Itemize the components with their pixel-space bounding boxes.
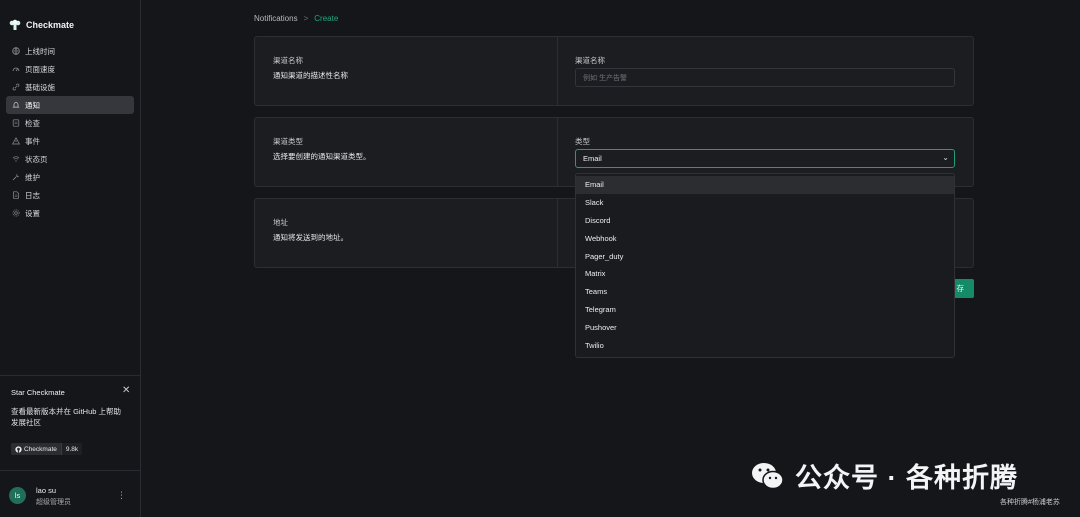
sidebar-item-infrastructure[interactable]: 基础设施 xyxy=(6,78,134,96)
chevron-down-icon: ⌄ xyxy=(942,153,949,162)
channel-name-card: 渠道名称 通知渠道的描述性名称 渠道名称 例如 生产告警 xyxy=(254,36,974,106)
channel-name-input[interactable]: 例如 生产告警 xyxy=(575,68,955,87)
dropdown-option[interactable]: Pager_duty xyxy=(576,247,954,265)
user-name: lao su xyxy=(36,486,57,495)
sidebar-item-checks[interactable]: 检查 xyxy=(6,114,134,132)
sidebar-item-label: 状态页 xyxy=(25,154,48,164)
card-label: 渠道名称 xyxy=(273,56,303,65)
sidebar-item-settings[interactable]: 设置 xyxy=(6,204,134,222)
brand[interactable]: Checkmate xyxy=(9,19,74,31)
github-badge[interactable]: Checkmate 9.8k xyxy=(11,443,83,455)
bell-icon xyxy=(12,101,20,109)
chevron-right-icon: > xyxy=(303,14,309,23)
card-label: 地址 xyxy=(273,218,288,227)
card-divider xyxy=(557,37,558,105)
sidebar-item-label: 设置 xyxy=(25,208,40,218)
check-icon xyxy=(12,119,20,127)
log-icon xyxy=(12,191,20,199)
sidebar-item-maintenance[interactable]: 维护 xyxy=(6,168,134,186)
sidebar-nav: 上线时间 页面速度 基础设施 通知 检查 事件 状态页 维护 日志 设置 xyxy=(6,42,134,222)
more-vertical-icon[interactable]: ⋮ xyxy=(117,490,126,501)
star-promo: Star Checkmate ✕ 查看最新版本并在 GitHub 上帮助发展社区… xyxy=(0,375,141,470)
sidebar-item-label: 事件 xyxy=(25,136,40,146)
globe-icon xyxy=(12,47,20,55)
avatar[interactable]: ls xyxy=(9,487,26,504)
breadcrumb-create: Create xyxy=(314,14,339,23)
star-description: 查看最新版本并在 GitHub 上帮助发展社区 xyxy=(11,407,122,427)
sidebar-item-uptime[interactable]: 上线时间 xyxy=(6,42,134,60)
watermark-small: 各种折腾#杨浦老苏 xyxy=(1000,499,1060,506)
dropdown-option[interactable]: Matrix xyxy=(576,265,954,283)
user-role: 超级管理员 xyxy=(36,499,71,506)
select-value: Email xyxy=(583,154,602,163)
sidebar-item-pagespeed[interactable]: 页面速度 xyxy=(6,60,134,78)
link-icon xyxy=(12,83,20,91)
close-icon[interactable]: ✕ xyxy=(122,385,130,396)
card-description: 通知渠道的描述性名称 xyxy=(273,71,348,80)
breadcrumb-notifications[interactable]: Notifications xyxy=(254,14,298,23)
sidebar-item-label: 日志 xyxy=(25,190,40,200)
sidebar: Checkmate 上线时间 页面速度 基础设施 通知 检查 事件 状态页 维护… xyxy=(0,0,141,517)
breadcrumb: Notifications > Create xyxy=(254,14,338,23)
settings-icon xyxy=(12,209,20,217)
github-badge-label: Checkmate xyxy=(24,445,57,453)
warning-icon xyxy=(12,137,20,145)
sidebar-item-logs[interactable]: 日志 xyxy=(6,186,134,204)
dropdown-option[interactable]: Teams xyxy=(576,283,954,301)
channel-type-select[interactable]: Email ⌄ xyxy=(575,149,955,168)
github-badge-label-wrap: Checkmate xyxy=(11,443,61,455)
sidebar-item-notifications[interactable]: 通知 xyxy=(6,96,134,114)
dropdown-option[interactable]: Email xyxy=(576,176,954,194)
sidebar-item-label: 基础设施 xyxy=(25,82,55,92)
card-label: 渠道类型 xyxy=(273,137,303,146)
sidebar-item-label: 维护 xyxy=(25,172,40,182)
sidebar-item-label: 页面速度 xyxy=(25,64,55,74)
speed-icon xyxy=(12,65,20,73)
card-description: 通知将发送到的地址。 xyxy=(273,233,348,242)
wifi-icon xyxy=(12,155,20,163)
dropdown-option[interactable]: Pushover xyxy=(576,318,954,336)
channel-type-dropdown: Email Slack Discord Webhook Pager_duty M… xyxy=(575,173,955,358)
card-divider xyxy=(557,199,558,267)
github-icon xyxy=(15,445,22,453)
field-label: 类型 xyxy=(575,137,590,146)
card-description: 选择要创建的通知渠道类型。 xyxy=(273,152,371,161)
dropdown-option[interactable]: Webhook xyxy=(576,229,954,247)
sidebar-item-incidents[interactable]: 事件 xyxy=(6,132,134,150)
dropdown-option[interactable]: Twilio xyxy=(576,336,954,354)
sidebar-item-label: 上线时间 xyxy=(25,46,55,56)
watermark: 公众号 · 各种折腾 xyxy=(750,456,1018,495)
star-title: Star Checkmate xyxy=(11,388,65,397)
user-panel: ls lao su 超级管理员 ⋮ xyxy=(0,470,141,517)
field-label: 渠道名称 xyxy=(575,56,605,65)
wrench-icon xyxy=(12,173,20,181)
card-divider xyxy=(557,118,558,186)
dropdown-option[interactable]: Discord xyxy=(576,212,954,230)
sidebar-item-status-page[interactable]: 状态页 xyxy=(6,150,134,168)
sidebar-item-label: 通知 xyxy=(25,100,40,110)
github-badge-count: 9.8k xyxy=(60,443,83,455)
watermark-text: 公众号 · 各种折腾 xyxy=(795,463,1018,493)
logo-icon xyxy=(9,19,21,30)
dropdown-option[interactable]: Slack xyxy=(576,194,954,212)
wechat-icon xyxy=(752,462,784,489)
app-name: Checkmate xyxy=(26,20,75,30)
sidebar-item-label: 检查 xyxy=(25,118,40,128)
dropdown-option[interactable]: Telegram xyxy=(576,301,954,319)
